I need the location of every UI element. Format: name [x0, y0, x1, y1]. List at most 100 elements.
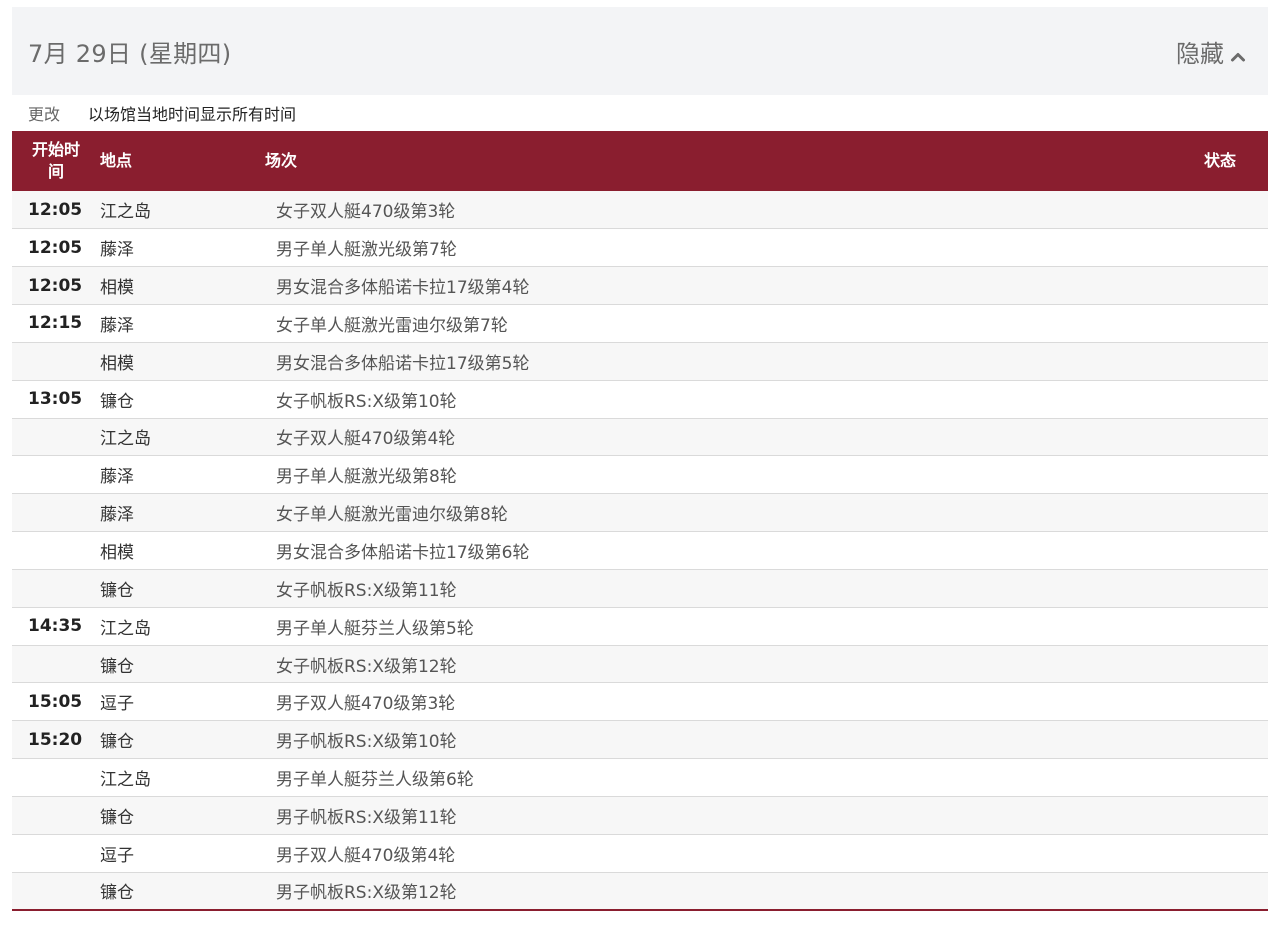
row-start-time [12, 797, 100, 835]
row-venue: 藤泽 [100, 467, 134, 488]
row-start-time [12, 342, 100, 380]
table-row: 15:20 镰仓 男子帆板RS:X级第10轮 [12, 720, 1268, 759]
row-status [1148, 759, 1268, 797]
row-event: 女子双人艇470级第3轮 [276, 202, 456, 223]
row-start-time: 12:05 [28, 275, 83, 296]
row-start-time: 14:35 [28, 616, 83, 637]
table-row: 镰仓 女子帆板RS:X级第11轮 [12, 569, 1268, 608]
row-status [1148, 607, 1268, 645]
hide-toggle-button[interactable]: 隐藏 [1176, 34, 1246, 69]
row-venue: 相模 [100, 543, 134, 564]
column-header-time: 开始时间 [12, 131, 100, 191]
row-venue: 镰仓 [100, 883, 134, 904]
row-status [1148, 418, 1268, 456]
table-row: 镰仓 男子帆板RS:X级第12轮 [12, 872, 1268, 911]
day-header: 7月 29日 (星期四) 隐藏 [12, 7, 1268, 95]
row-status [1148, 191, 1268, 229]
table-row: 15:05 逗子 男子双人艇470级第3轮 [12, 682, 1268, 721]
row-status [1148, 456, 1268, 494]
row-event: 男女混合多体船诺卡拉17级第6轮 [276, 543, 530, 564]
row-status [1148, 380, 1268, 418]
row-status [1148, 797, 1268, 835]
row-start-time: 13:05 [28, 389, 83, 410]
row-start-time: 12:05 [28, 199, 83, 220]
row-event: 女子帆板RS:X级第12轮 [276, 656, 457, 677]
row-venue: 镰仓 [100, 807, 134, 828]
row-venue: 江之岛 [100, 618, 151, 639]
row-venue: 镰仓 [100, 580, 134, 601]
row-venue: 镰仓 [100, 732, 134, 753]
row-start-time: 15:05 [28, 691, 83, 712]
row-event: 女子单人艇激光雷迪尔级第7轮 [276, 315, 508, 336]
row-start-time: 15:20 [28, 729, 83, 750]
table-row: 镰仓 男子帆板RS:X级第11轮 [12, 796, 1268, 835]
row-start-time [12, 834, 100, 872]
row-event: 女子单人艇激光雷迪尔级第8轮 [276, 505, 508, 526]
row-start-time [12, 645, 100, 683]
row-venue: 江之岛 [100, 429, 151, 450]
row-venue: 相模 [100, 353, 134, 374]
column-header-status: 状态 [1203, 151, 1236, 170]
row-venue: 江之岛 [100, 770, 151, 791]
row-status [1148, 229, 1268, 267]
row-event: 男子帆板RS:X级第11轮 [276, 807, 457, 828]
row-start-time [12, 872, 100, 910]
row-status [1148, 494, 1268, 532]
timezone-bar: 更改 以场馆当地时间显示所有时间 [12, 95, 1268, 131]
table-row: 13:05 镰仓 女子帆板RS:X级第10轮 [12, 380, 1268, 419]
row-event: 男子单人艇芬兰人级第6轮 [276, 770, 474, 791]
timezone-change-link[interactable]: 更改 [28, 101, 60, 125]
row-event: 男子单人艇激光级第8轮 [276, 467, 457, 488]
row-event: 男子双人艇470级第4轮 [276, 845, 456, 866]
table-header-row: 开始时间 地点 场次 状态 [12, 131, 1268, 191]
row-venue: 藤泽 [100, 315, 134, 336]
table-row: 14:35 江之岛 男子单人艇芬兰人级第5轮 [12, 607, 1268, 646]
row-status [1148, 532, 1268, 570]
table-row: 相模 男女混合多体船诺卡拉17级第5轮 [12, 342, 1268, 381]
row-venue: 藤泽 [100, 505, 134, 526]
row-event: 女子双人艇470级第4轮 [276, 429, 456, 450]
row-venue: 逗子 [100, 694, 134, 715]
row-start-time: 12:15 [28, 313, 83, 334]
row-venue: 镰仓 [100, 391, 134, 412]
row-venue: 逗子 [100, 845, 134, 866]
row-status [1148, 872, 1268, 910]
row-status [1148, 342, 1268, 380]
row-event: 男子帆板RS:X级第12轮 [276, 883, 457, 904]
row-status [1148, 267, 1268, 305]
table-row: 相模 男女混合多体船诺卡拉17级第6轮 [12, 531, 1268, 570]
row-venue: 相模 [100, 278, 134, 299]
table-row: 12:05 江之岛 女子双人艇470级第3轮 [12, 191, 1268, 229]
row-venue: 江之岛 [100, 202, 151, 223]
column-header-venue: 地点 [100, 151, 133, 170]
table-row: 藤泽 女子单人艇激光雷迪尔级第8轮 [12, 493, 1268, 532]
table-row: 12:05 藤泽 男子单人艇激光级第7轮 [12, 228, 1268, 267]
row-event: 男子单人艇芬兰人级第5轮 [276, 618, 474, 639]
row-start-time [12, 532, 100, 570]
row-status [1148, 683, 1268, 721]
row-start-time [12, 569, 100, 607]
row-event: 女子帆板RS:X级第10轮 [276, 391, 457, 412]
schedule-rows: 12:05 江之岛 女子双人艇470级第3轮 12:05 藤泽 男子单人艇激光级第7轮 12… [12, 191, 1268, 911]
row-status [1148, 305, 1268, 343]
row-status [1148, 721, 1268, 759]
row-event: 女子帆板RS:X级第11轮 [276, 580, 457, 601]
table-row: 逗子 男子双人艇470级第4轮 [12, 834, 1268, 873]
timezone-description: 以场馆当地时间显示所有时间 [88, 105, 297, 124]
row-event: 男女混合多体船诺卡拉17级第5轮 [276, 353, 530, 374]
day-title: 7月 29日 (星期四) [28, 39, 232, 68]
row-start-time [12, 456, 100, 494]
table-row: 江之岛 男子单人艇芬兰人级第6轮 [12, 758, 1268, 797]
table-row: 江之岛 女子双人艇470级第4轮 [12, 418, 1268, 456]
schedule-day-panel: 7月 29日 (星期四) 隐藏 更改 以场馆当地时间显示所有时间 开始时间 地点… [12, 7, 1268, 911]
row-event: 男子双人艇470级第3轮 [276, 694, 456, 715]
row-start-time [12, 759, 100, 797]
row-start-time [12, 418, 100, 456]
row-event: 男子单人艇激光级第7轮 [276, 240, 457, 261]
table-row: 12:15 藤泽 女子单人艇激光雷迪尔级第7轮 [12, 304, 1268, 343]
column-header-event: 场次 [265, 151, 298, 170]
hide-toggle-label: 隐藏 [1176, 39, 1224, 68]
row-event: 男女混合多体船诺卡拉17级第4轮 [276, 278, 530, 299]
schedule-table: 开始时间 地点 场次 状态 12:05 江之岛 女子双人艇470级第3轮 12:05 藤… [12, 131, 1268, 911]
row-venue: 藤泽 [100, 240, 134, 261]
